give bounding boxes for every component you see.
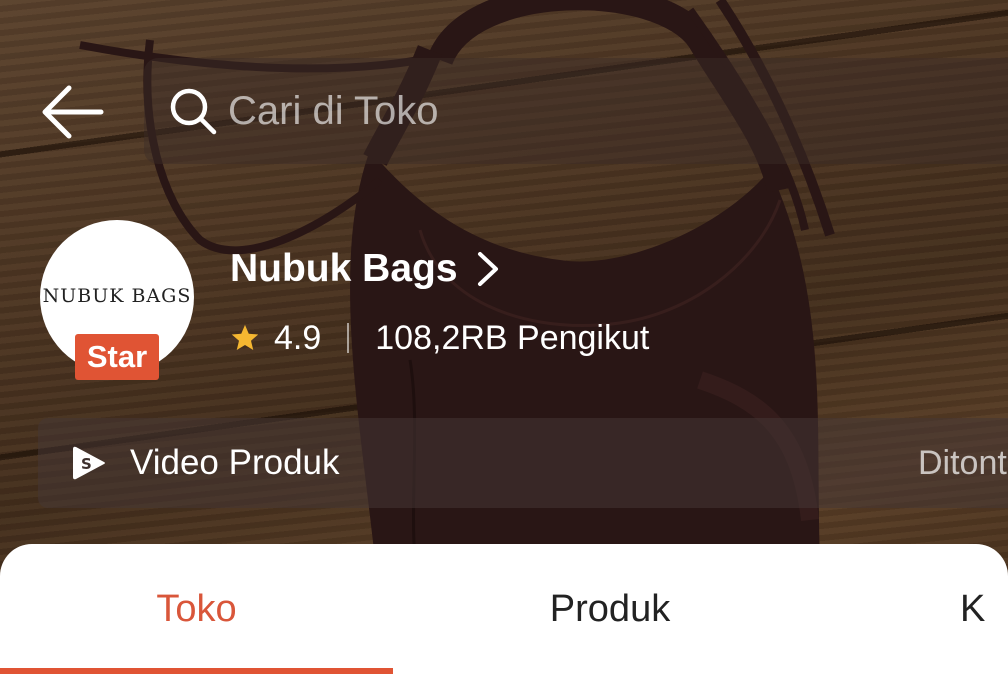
shop-search-input[interactable]: Cari di Toko [144, 58, 1008, 164]
watched-count: Ditonton [918, 443, 1008, 482]
tab-produk[interactable]: Produk [410, 544, 810, 674]
back-button[interactable] [30, 70, 114, 154]
shop-tabs: Toko Produk K [0, 544, 1008, 674]
shop-rating: 4.9 [274, 318, 322, 357]
shop-followers: 108,2RB Pengikut [375, 318, 650, 357]
active-tab-indicator [0, 668, 393, 674]
svg-text:S: S [81, 455, 92, 473]
tab-kategori[interactable]: K [960, 544, 1008, 674]
star-icon [231, 324, 259, 350]
shop-page: Cari di Toko NUBUK BAGS Star Nubuk Bags … [0, 0, 1008, 674]
shop-logo-text: NUBUK BAGS [42, 285, 192, 307]
shop-stats: 4.9 108,2RB Pengikut [230, 316, 649, 360]
video-produk-label: Video Produk [130, 443, 340, 482]
star-seller-badge: Star [75, 334, 159, 380]
search-placeholder: Cari di Toko [228, 88, 439, 133]
chevron-right-icon [477, 252, 498, 286]
shopee-video-icon: S [73, 446, 105, 480]
tab-toko[interactable]: Toko [0, 544, 393, 674]
shop-name: Nubuk Bags [230, 247, 458, 290]
stats-divider [347, 323, 350, 353]
shop-name-link[interactable]: Nubuk Bags [230, 244, 500, 294]
arrow-left-icon [42, 85, 104, 139]
search-icon [166, 84, 220, 138]
video-produk-bar[interactable]: S Video Produk Ditonton [38, 418, 1008, 508]
